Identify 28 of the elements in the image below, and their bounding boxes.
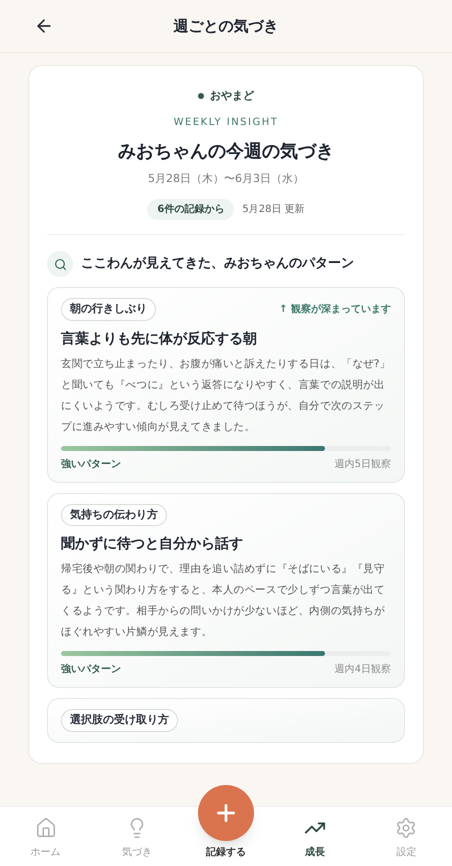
nav-tab[interactable]: 成長 [285, 817, 346, 860]
observed-days: 週内4日観察 [334, 662, 391, 677]
record-count-chip: 6件の記録から [147, 199, 234, 220]
pattern-description: 玄関で立ち止まったり、お腹が痛いと訴えたりする日は、「なぜ?」と聞いても『べつに』という返答になりやすく、言葉での説明が出にくいようです。むしろ受け止めて待つほうが、自分で次のステップに進みやすい傾向が見えてきました。 [61, 356, 391, 434]
strength-label: 強いパターン [61, 662, 121, 677]
eyebrow-label: WEEKLY INSIGHT [174, 116, 278, 130]
pattern-tag: 朝の行きしぶり [61, 298, 156, 320]
insight-title: みおちゃんの今週の気づき [118, 140, 334, 164]
nav-label: 記録する [206, 846, 246, 860]
search-icon [47, 251, 73, 277]
pattern-title: 聞かずに待つと自分から話す [61, 535, 244, 554]
source-label: おやまど [210, 88, 254, 104]
trend-text: ↑ 観察が深まっています [279, 302, 391, 317]
nav-tab[interactable]: 設定 [376, 817, 436, 860]
updated-text: 5月28日 更新 [242, 202, 305, 217]
pattern-tag: 気持ちの伝わり方 [61, 504, 167, 526]
section-title: ここわんが見えてきた、みおちゃんのパターン [81, 255, 354, 274]
pattern-title: 言葉よりも先に体が反応する朝 [61, 330, 258, 348]
nav-tab[interactable]: ホーム [16, 817, 76, 860]
pattern-tag: 選択肢の受け取り方 [61, 709, 178, 732]
period-text: 5月28日（木）〜6月3日（水） [148, 170, 304, 186]
page-title: 週ごとの気づき [174, 16, 278, 37]
observed-days: 週内5日観察 [334, 456, 391, 472]
settings-icon [395, 817, 418, 839]
pattern-description: 帰宅後や朝の関わりで、理由を追い詰めずに『そばにいる』『見守る』という関わり方をすると、本人のペースで少しずつ言葉が出てくるようです。相手からの問いかけが少ないほど、内側の気持ちがほぐれやすい片鱗が見えます。 [61, 562, 386, 640]
nav-tab[interactable]: 気づき [106, 817, 167, 860]
home-icon [34, 817, 57, 839]
strength-label: 強いパターン [61, 458, 121, 472]
